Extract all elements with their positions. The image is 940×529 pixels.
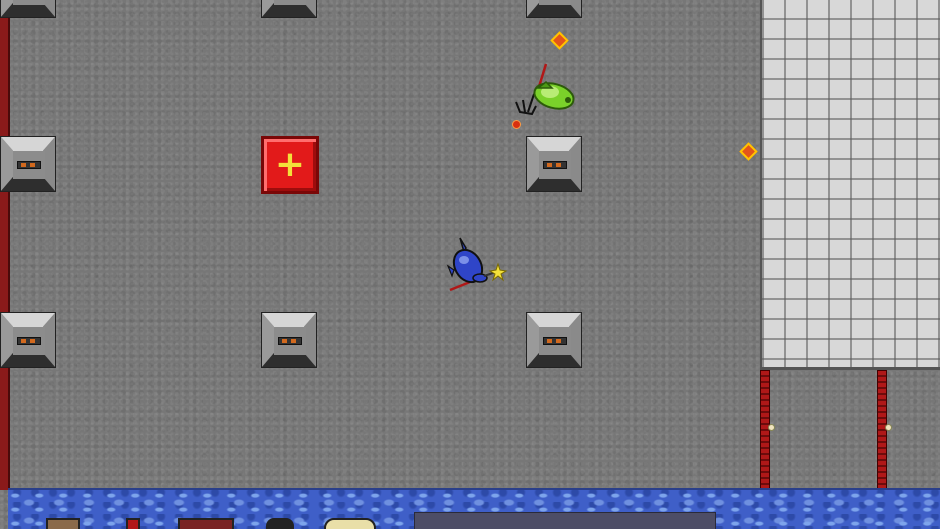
health-pack: + xyxy=(261,136,319,194)
inventory-slot[interactable] xyxy=(46,518,80,529)
inventory-slot[interactable] xyxy=(178,518,234,529)
turret xyxy=(0,0,56,18)
enemy-body xyxy=(533,81,575,110)
inventory-slot[interactable] xyxy=(126,518,140,529)
door-knob-icon xyxy=(885,424,892,431)
turret xyxy=(261,0,317,18)
inventory-slot[interactable] xyxy=(266,518,294,529)
turret xyxy=(526,312,582,368)
game-arena: + xyxy=(0,0,940,529)
stone-wall xyxy=(760,0,940,370)
turret xyxy=(0,312,56,368)
trident-icon xyxy=(515,93,537,116)
blue-wizard-ship xyxy=(446,237,508,292)
turret xyxy=(261,312,317,368)
fire-spark xyxy=(550,31,569,50)
inventory-slot[interactable] xyxy=(324,518,376,529)
turret xyxy=(526,136,582,192)
status-panel xyxy=(414,512,716,529)
player-body xyxy=(446,237,488,284)
left-wall xyxy=(0,0,10,490)
turret xyxy=(0,136,56,192)
plus-icon: + xyxy=(274,144,306,185)
green-witch-ship xyxy=(515,63,575,116)
turret xyxy=(526,0,582,18)
fire-spark xyxy=(739,142,758,161)
door-knob-icon xyxy=(768,424,775,431)
